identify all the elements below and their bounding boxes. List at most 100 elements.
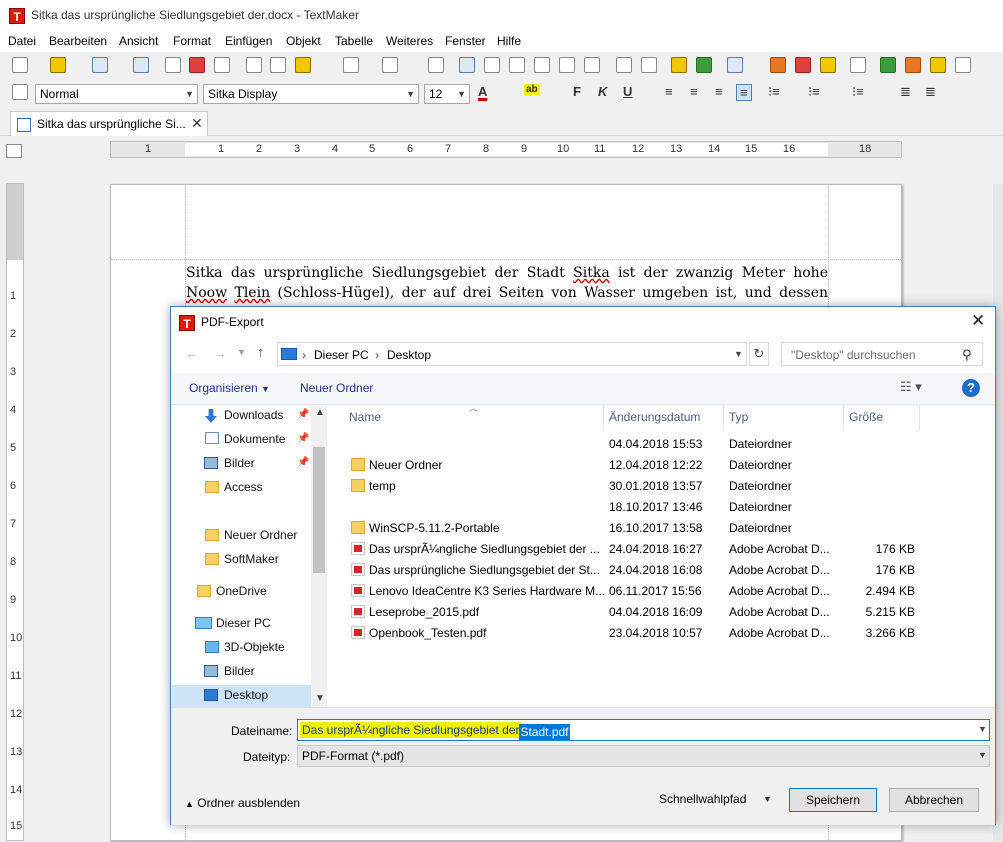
breadcrumb-dieser-pc[interactable]: Dieser PC xyxy=(314,348,369,362)
page-view-icon[interactable] xyxy=(459,57,475,73)
chevron-down-icon[interactable]: ▼ xyxy=(734,349,743,359)
menu-datei[interactable]: Datei xyxy=(8,34,36,48)
nav-item-neuer-ordner[interactable]: Neuer Ordner xyxy=(224,528,297,542)
library-icon[interactable] xyxy=(795,57,811,73)
frame-icon[interactable] xyxy=(641,57,657,73)
text-frame-icon[interactable] xyxy=(616,57,632,73)
open-folder-icon[interactable] xyxy=(50,57,66,73)
column-divider[interactable] xyxy=(843,405,844,431)
align-left-icon[interactable]: ≡ xyxy=(665,84,673,99)
column-header-date[interactable]: Änderungsdatum xyxy=(609,410,700,424)
print-icon[interactable] xyxy=(165,57,181,73)
master-page-icon[interactable] xyxy=(534,57,550,73)
search-icon[interactable] xyxy=(428,57,444,73)
horizontal-ruler[interactable]: 1 1 2 3 4 5 6 7 8 9 10 11 12 13 14 15 16… xyxy=(110,141,902,158)
planmaker-icon[interactable] xyxy=(905,57,921,73)
align-justify-icon[interactable]: ≡ xyxy=(736,84,752,101)
menu-bearbeiten[interactable]: Bearbeiten xyxy=(49,34,107,48)
pin-icon[interactable]: 📌 xyxy=(297,433,309,444)
nav-item-access[interactable]: Access xyxy=(224,480,263,494)
font-select[interactable]: Sitka Display ▼ xyxy=(203,84,419,104)
font-size-select[interactable]: 12 ▼ xyxy=(424,84,470,104)
open-recent-icon[interactable] xyxy=(92,57,108,73)
recent-locations-icon[interactable]: ▼ xyxy=(237,347,246,357)
font-color-icon[interactable]: A xyxy=(478,84,487,99)
gear-icon[interactable] xyxy=(955,57,971,73)
quickpath-button[interactable]: Schnellwahlpfad xyxy=(659,792,746,806)
nav-item-desktop[interactable]: Desktop xyxy=(224,688,268,702)
print-preview-icon[interactable] xyxy=(214,57,230,73)
column-divider[interactable] xyxy=(603,405,604,431)
dictionary-icon[interactable] xyxy=(820,57,836,73)
column-header-size[interactable]: Größe xyxy=(849,410,883,424)
menu-format[interactable]: Format xyxy=(173,34,211,48)
back-arrow-icon[interactable]: ← xyxy=(185,345,199,361)
cut-icon[interactable] xyxy=(246,57,262,73)
breadcrumb-desktop[interactable]: Desktop xyxy=(387,348,431,362)
pointer-icon[interactable] xyxy=(12,84,28,100)
chevron-down-icon[interactable]: ▼ xyxy=(763,794,772,804)
refresh-icon[interactable]: ↻ xyxy=(749,342,769,366)
filetype-select[interactable]: PDF-Format (*.pdf) ▼ xyxy=(297,745,990,767)
chevron-down-icon[interactable]: ▼ xyxy=(315,693,325,704)
filename-input[interactable]: Das ursprÃ¼ngliche Siedlungsgebiet der S… xyxy=(297,719,990,741)
align-center-icon[interactable]: ≡ xyxy=(690,84,698,99)
paragraph-style-select[interactable]: Normal ▼ xyxy=(35,84,198,104)
brush-icon[interactable] xyxy=(671,57,687,73)
presentations-icon[interactable] xyxy=(880,57,896,73)
file-row[interactable]: 04.04.2018 15:53 Dateiordner xyxy=(347,434,917,455)
decrease-indent-icon[interactable]: ≣ xyxy=(900,84,911,100)
zoom-icon[interactable] xyxy=(559,57,575,73)
forward-arrow-icon[interactable]: → xyxy=(213,345,227,361)
books-icon[interactable] xyxy=(770,57,786,73)
undo-icon[interactable] xyxy=(343,57,359,73)
file-row[interactable]: Das ursprÃ¼ngliche Siedlungsgebiet der .… xyxy=(347,539,917,560)
address-bar[interactable]: › Dieser PC › Desktop ▼ xyxy=(277,342,747,366)
tab-type-selector[interactable] xyxy=(6,144,22,158)
column-divider[interactable] xyxy=(919,405,920,431)
bullets-icon[interactable]: ⁝≡ xyxy=(768,84,780,100)
new-document-icon[interactable] xyxy=(12,57,28,73)
outline-list-icon[interactable]: ⁝≡ xyxy=(852,84,864,100)
help-icon[interactable]: ? xyxy=(962,379,980,397)
redo-icon[interactable] xyxy=(382,57,398,73)
close-icon[interactable]: ✕ xyxy=(191,115,203,132)
column-header-type[interactable]: Typ xyxy=(729,410,748,424)
file-row[interactable]: Neuer Ordner 12.04.2018 12:22 Dateiordne… xyxy=(347,455,917,476)
nav-item-3d-objekte[interactable]: 3D-Objekte xyxy=(224,640,285,654)
nav-item-dokumente[interactable]: Dokumente xyxy=(224,432,285,446)
menu-hilfe[interactable]: Hilfe xyxy=(497,34,521,48)
pin-icon[interactable]: 📌 xyxy=(297,409,309,420)
picture-icon[interactable] xyxy=(696,57,712,73)
close-icon[interactable]: ✕ xyxy=(971,311,985,331)
underline-icon[interactable]: U xyxy=(623,84,632,99)
chevron-up-icon[interactable]: ▲ xyxy=(315,407,325,418)
pilcrow-icon[interactable] xyxy=(850,57,866,73)
copy-icon[interactable] xyxy=(270,57,286,73)
nav-item-softmaker[interactable]: SoftMaker xyxy=(224,552,279,566)
highlight-color-icon[interactable]: ab xyxy=(524,84,540,95)
new-folder-button[interactable]: Neuer Ordner xyxy=(300,381,373,395)
vertical-ruler[interactable]: 1 2 3 4 5 6 7 8 9 10 11 12 13 14 15 xyxy=(6,183,24,841)
save-icon[interactable] xyxy=(133,57,149,73)
organize-button[interactable]: Organisieren ▼ xyxy=(189,381,270,395)
align-right-icon[interactable]: ≡ xyxy=(715,84,723,99)
file-row[interactable]: Openbook_Testen.pdf 23.04.2018 10:57 Ado… xyxy=(347,623,917,644)
up-arrow-icon[interactable]: ↑ xyxy=(257,344,265,361)
nav-item-onedrive[interactable]: OneDrive xyxy=(216,584,267,598)
nav-item-bilder-pc[interactable]: Bilder xyxy=(224,664,255,678)
increase-indent-icon[interactable]: ≣ xyxy=(925,84,936,100)
file-row[interactable]: Das ursprüngliche Siedlungsgebiet der St… xyxy=(347,560,917,581)
menu-tabelle[interactable]: Tabelle xyxy=(335,34,373,48)
file-row[interactable]: Lenovo IdeaCentre K3 Series Hardware M..… xyxy=(347,581,917,602)
bold-icon[interactable]: F xyxy=(573,84,581,99)
document-tab[interactable]: Sitka das ursprüngliche Si... ✕ xyxy=(10,111,208,136)
numbering-icon[interactable]: ⁝≡ xyxy=(808,84,820,100)
hide-folders-button[interactable]: ▲ Ordner ausblenden xyxy=(185,796,300,810)
menu-ansicht[interactable]: Ansicht xyxy=(119,34,158,48)
file-row[interactable]: WinSCP-5.11.2-Portable 16.10.2017 13:58 … xyxy=(347,518,917,539)
basicmaker-icon[interactable] xyxy=(930,57,946,73)
nav-item-bilder[interactable]: Bilder xyxy=(224,456,255,470)
column-header-name[interactable]: Name xyxy=(349,410,381,424)
menu-fenster[interactable]: Fenster xyxy=(445,34,486,48)
